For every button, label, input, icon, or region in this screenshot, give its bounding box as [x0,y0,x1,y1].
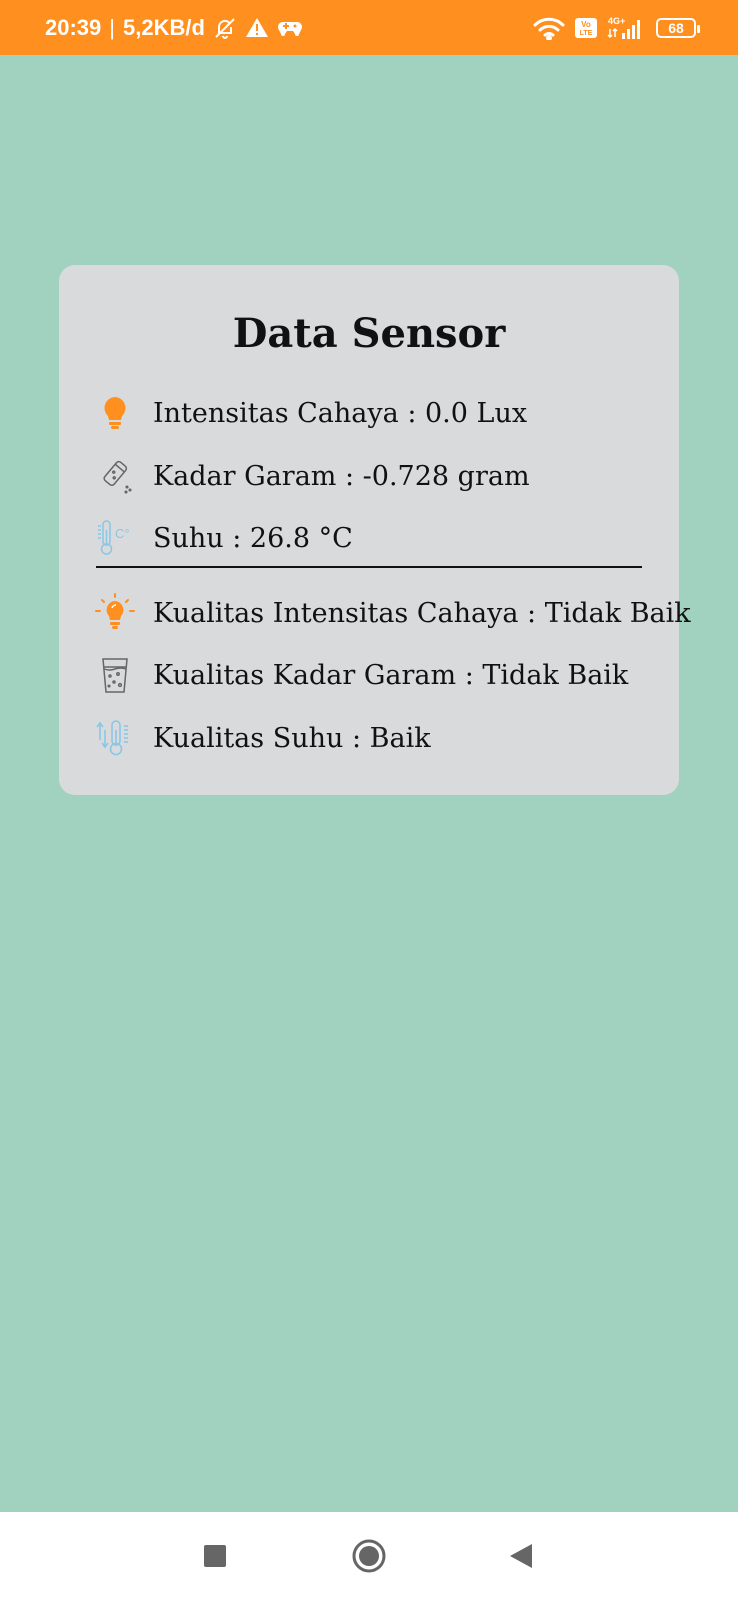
wifi-icon [532,16,566,40]
navigation-bar [0,1512,738,1600]
status-left: 20:39 | 5,2KB/d [45,0,303,55]
lightbulb-icon [95,393,135,433]
light-quality-row: Kualitas Intensitas Cahaya : Tidak Baik [95,591,691,635]
battery-icon: 68 [656,17,700,38]
light-quality-text: Kualitas Intensitas Cahaya : Tidak Baik [153,597,691,629]
status-separator: | [109,14,115,40]
salt-quality-text: Kualitas Kadar Garam : Tidak Baik [153,659,629,691]
temperature-quality-text: Kualitas Suhu : Baik [153,722,431,754]
circle-icon [352,1539,386,1573]
status-bar: 20:39 | 5,2KB/d Vo LTE 4G+ 68 [0,0,738,55]
water-glass-icon [95,655,135,695]
temperature-quality-row: Kualitas Suhu : Baik [95,716,431,760]
status-right: Vo LTE 4G+ 68 [532,0,700,55]
status-net-speed: 5,2KB/d [123,14,205,40]
divider [96,566,642,568]
back-triangle-icon [510,1544,532,1568]
light-intensity-text: Intensitas Cahaya : 0.0 Lux [153,397,528,429]
page-title: Data Sensor [232,310,506,357]
temperature-text: Suhu : 26.8 °C [153,522,353,554]
thermometer-arrows-icon [95,718,135,758]
light-intensity-row: Intensitas Cahaya : 0.0 Lux [95,391,527,435]
salt-level-text: Kadar Garam : -0.728 gram [153,460,530,492]
salt-quality-row: Kualitas Kadar Garam : Tidak Baik [95,653,628,697]
volte-icon: Vo LTE [574,16,598,40]
svg-text:LTE: LTE [580,30,593,37]
salt-level-row: Kadar Garam : -0.728 gram [95,454,530,498]
battery-level: 68 [668,19,684,36]
recents-button[interactable] [200,1512,230,1600]
thermometer-celsius-icon: C° [95,518,135,558]
square-icon [204,1545,226,1567]
svg-text:4G+: 4G+ [608,16,625,26]
back-button[interactable] [506,1512,536,1600]
svg-text:C°: C° [115,526,130,541]
signal-4g-icon: 4G+ [606,15,648,41]
glowing-lightbulb-icon [95,593,135,633]
status-time: 20:39 [45,14,102,40]
gamepad-icon [277,18,303,38]
warning-icon [245,16,269,40]
temperature-row: C° Suhu : 26.8 °C [95,516,353,560]
svg-text:Vo: Vo [581,20,591,29]
home-button[interactable] [351,1512,387,1600]
salt-shaker-icon [95,456,135,496]
bell-off-icon [213,16,237,40]
